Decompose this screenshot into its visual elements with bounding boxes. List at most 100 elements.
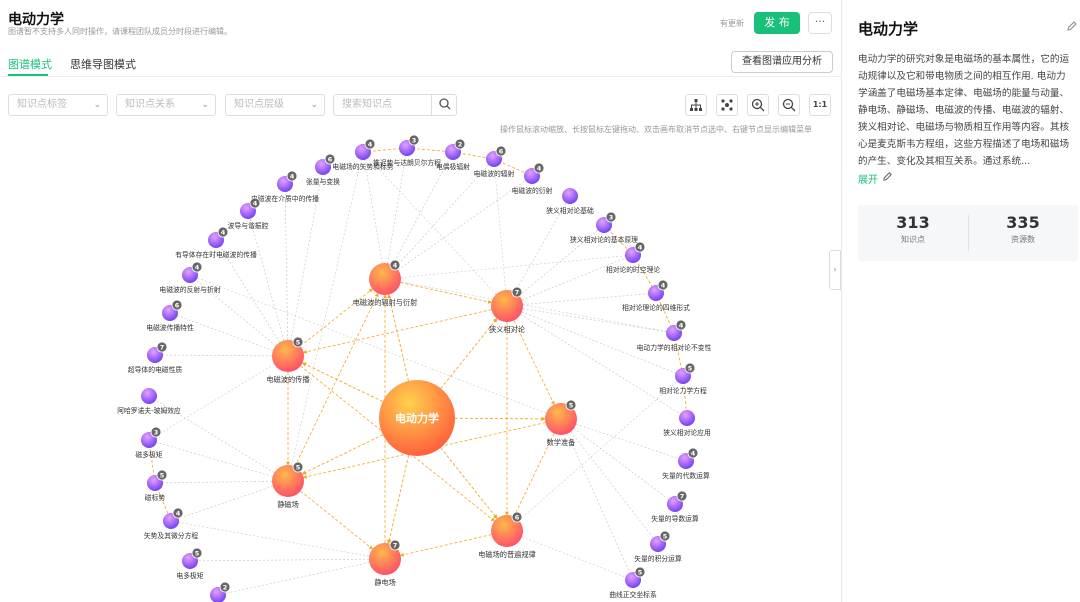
- search-button[interactable]: [431, 94, 457, 116]
- knowledge-node-chapter[interactable]: 6 电磁场的普遍规律: [478, 511, 536, 559]
- detail-title: 电动力学: [858, 20, 919, 38]
- knowledge-node-small[interactable]: 4 电动力学的相对论不变性: [637, 319, 712, 352]
- node-label: 阿哈罗诺夫-玻姆效应: [117, 406, 181, 415]
- zoom-in-button[interactable]: [747, 94, 769, 116]
- node-label: 矢量的代数运算: [662, 471, 710, 480]
- edit-icon[interactable]: [1066, 20, 1078, 32]
- graph-edge: [506, 254, 634, 307]
- node-circle: [679, 410, 695, 426]
- knowledge-node-chapter[interactable]: 7 狭义相对论: [489, 286, 526, 334]
- node-label: 张量与变换: [306, 177, 340, 186]
- node-label: 电磁波的辐射与衍射: [353, 298, 418, 307]
- node-count-text: 4: [661, 282, 666, 290]
- edit-icon[interactable]: [882, 171, 893, 182]
- knowledge-node-small[interactable]: 5 曲线正交坐标系: [609, 566, 657, 599]
- node-label: 电磁波的传播: [266, 375, 309, 384]
- knowledge-node-small[interactable]: 4 矢量的代数运算: [662, 447, 710, 480]
- knowledge-node-small[interactable]: 5 矢量的积分运算: [634, 530, 682, 563]
- tab-graph-mode[interactable]: 图谱模式: [8, 56, 52, 72]
- relation-filter-select[interactable]: 知识点关系 ⌄: [116, 94, 216, 116]
- knowledge-node-small[interactable]: 4 电磁波的反射与折射: [159, 261, 221, 294]
- chevron-down-icon: ⌄: [93, 100, 101, 110]
- knowledge-node-small[interactable]: 狭义相对论基础: [546, 188, 594, 215]
- knowledge-node-small[interactable]: 5 磁标势: [145, 469, 168, 502]
- knowledge-graph-canvas[interactable]: 4电磁场的矢势和标势3推迟势与达朗贝尔方程2电偶极辐射6电磁波的辐射4电磁波的衍…: [0, 135, 841, 602]
- knowledge-node-small[interactable]: 3 狭义相对论的基本原理: [570, 211, 638, 244]
- knowledge-node-chapter[interactable]: 5 数学准备: [545, 399, 577, 447]
- view-analysis-button[interactable]: 查看图谱应用分析: [731, 51, 833, 73]
- stats-card: 313 知识点 335 资源数: [858, 205, 1078, 261]
- node-count-text: 3: [412, 137, 417, 145]
- knowledge-node-small[interactable]: 狭义相对论应用: [663, 410, 711, 437]
- knowledge-node-small[interactable]: 4 电磁波在介质中的传播: [251, 170, 319, 203]
- node-label: 电磁波的辐射: [474, 169, 515, 178]
- node-circle: [562, 188, 578, 204]
- knowledge-node-small[interactable]: 5 相对论力学方程: [659, 362, 707, 395]
- collapse-panel-handle[interactable]: ›: [829, 250, 841, 290]
- node-count-text: 4: [195, 264, 200, 272]
- graph-edge: [154, 354, 289, 357]
- knowledge-node-small[interactable]: 4 相对论的时空理论: [606, 241, 661, 274]
- node-count-text: 4: [221, 229, 226, 237]
- knowledge-node-small[interactable]: 5 电多极矩: [176, 547, 204, 580]
- publish-button[interactable]: 发 布: [754, 12, 800, 34]
- level-filter-placeholder: 知识点层级: [234, 99, 284, 110]
- knowledge-node-small[interactable]: 7 超导体的电磁性质: [128, 341, 183, 374]
- knowledge-node-small[interactable]: 4 电磁波的衍射: [512, 162, 553, 195]
- tag-filter-select[interactable]: 知识点标签 ⌄: [8, 94, 108, 116]
- node-count-text: 5: [296, 464, 301, 472]
- reset-zoom-label: 1:1: [812, 100, 828, 109]
- node-count-text: 6: [499, 148, 504, 156]
- knowledge-node-small[interactable]: 6 电磁波传播特性: [146, 299, 194, 332]
- graph-edge: [387, 454, 410, 545]
- tab-mindmap-mode[interactable]: 思维导图模式: [70, 56, 136, 72]
- node-label: 电动力学的相对论不变性: [637, 343, 712, 352]
- node-label: 磁多极矩: [135, 450, 162, 459]
- expand-link[interactable]: 展开: [858, 171, 878, 186]
- node-label: 波导与谐振腔: [228, 221, 269, 230]
- stat-knowledge-points: 313 知识点: [858, 213, 968, 245]
- knowledge-node-small[interactable]: 4 相对论理论的四维形式: [622, 279, 690, 312]
- knowledge-node-chapter[interactable]: 5 静磁场: [272, 461, 304, 509]
- knowledge-node-small[interactable]: 3 磁多极矩: [135, 426, 163, 459]
- graph-edge: [217, 558, 386, 596]
- node-count-text: 4: [253, 200, 258, 208]
- knowledge-node-chapter[interactable]: 4 电磁波的辐射与衍射: [353, 259, 418, 307]
- node-count-text: 5: [569, 402, 574, 410]
- node-count-text: 4: [290, 173, 295, 181]
- knowledge-node-small[interactable]: 3 推迟势与达朗贝尔方程: [373, 135, 441, 167]
- level-filter-select[interactable]: 知识点层级 ⌄: [225, 94, 325, 116]
- knowledge-node-small[interactable]: 2格林函数与方法: [194, 581, 242, 602]
- node-label: 电磁波的衍射: [512, 186, 553, 195]
- reset-zoom-button[interactable]: 1:1: [809, 94, 831, 116]
- knowledge-node-small[interactable]: 2 电偶极辐射: [436, 138, 470, 171]
- node-label: 矢量的积分运算: [634, 554, 682, 563]
- knowledge-node-small[interactable]: 6 电磁波的辐射: [474, 145, 515, 178]
- node-count-text: 4: [393, 262, 398, 270]
- knowledge-node-chapter[interactable]: 7 静电场: [369, 539, 401, 587]
- knowledge-node-small[interactable]: 阿哈罗诺夫-玻姆效应: [117, 388, 181, 415]
- node-count-text: 7: [680, 493, 685, 501]
- hierarchy-layout-button[interactable]: [685, 94, 707, 116]
- knowledge-node-root[interactable]: 电动力学: [379, 380, 455, 456]
- knowledge-node-small[interactable]: 4 有导体存在时电磁波的传播: [175, 226, 257, 259]
- graph-edge: [247, 210, 289, 357]
- hierarchy-icon: [690, 99, 702, 111]
- graph-edge: [454, 416, 546, 422]
- force-layout-button[interactable]: [716, 94, 738, 116]
- cluster-icon: [721, 99, 733, 111]
- more-menu-button[interactable]: ···: [808, 12, 832, 34]
- node-count-text: 5: [296, 339, 301, 347]
- stat-value: 313: [896, 213, 930, 232]
- zoom-out-button[interactable]: [778, 94, 800, 116]
- node-count-text: 5: [195, 550, 200, 558]
- stat-label: 知识点: [901, 235, 925, 244]
- node-label: 静磁场: [277, 500, 299, 509]
- zoom-out-icon: [782, 98, 796, 112]
- node-count-text: 6: [175, 302, 180, 310]
- knowledge-node-chapter[interactable]: 5 电磁波的传播: [266, 336, 310, 384]
- node-label: 相对论理论的四维形式: [622, 303, 690, 312]
- zoom-in-icon: [751, 98, 765, 112]
- knowledge-node-small[interactable]: 4 矢势及其微分方程: [144, 507, 199, 540]
- knowledge-node-small[interactable]: 7 矢量的导数运算: [651, 490, 699, 523]
